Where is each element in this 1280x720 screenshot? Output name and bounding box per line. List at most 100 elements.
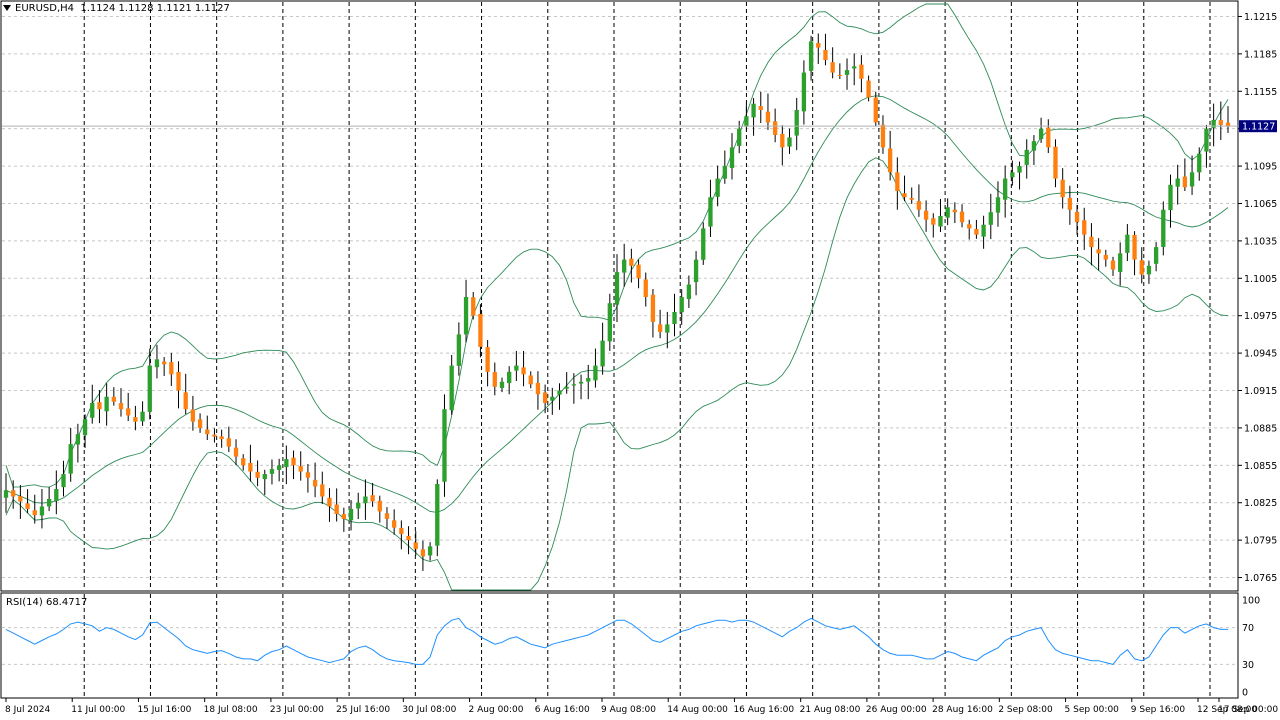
candle-bear[interactable] xyxy=(521,367,526,375)
candle-bear[interactable] xyxy=(32,510,37,516)
candle-bull[interactable] xyxy=(3,490,9,498)
candle-bear[interactable] xyxy=(1182,176,1188,188)
candle-bull[interactable] xyxy=(262,474,267,480)
candle-bull[interactable] xyxy=(140,411,145,422)
candle-bull[interactable] xyxy=(938,215,943,227)
candle-bear[interactable] xyxy=(392,520,397,528)
candle-bull[interactable] xyxy=(844,70,850,75)
candle-bear[interactable] xyxy=(902,193,907,198)
candle-bear[interactable] xyxy=(18,496,23,502)
candle-bull[interactable] xyxy=(586,378,591,382)
candle-bear[interactable] xyxy=(650,294,656,322)
candle-bull[interactable] xyxy=(715,178,720,197)
candle-bear[interactable] xyxy=(1046,127,1051,148)
candle-bear[interactable] xyxy=(377,500,382,512)
candle-bear[interactable] xyxy=(758,106,763,110)
candle-bull[interactable] xyxy=(147,365,152,412)
candle-bear[interactable] xyxy=(542,392,548,403)
candle-bear[interactable] xyxy=(370,495,375,502)
candle-bull[interactable] xyxy=(708,197,713,227)
candle-bull[interactable] xyxy=(61,474,66,488)
candle-bull[interactable] xyxy=(75,434,81,445)
candle-bull[interactable] xyxy=(1003,178,1008,200)
candle-bear[interactable] xyxy=(1074,211,1080,223)
candle-bear[interactable] xyxy=(643,279,648,297)
candle-bull[interactable] xyxy=(1024,149,1029,165)
candle-bear[interactable] xyxy=(830,62,835,73)
trading-chart[interactable]: 1.12151.11851.11551.11251.10951.10651.10… xyxy=(0,0,1280,720)
candle-bear[interactable] xyxy=(327,497,332,507)
candle-bear[interactable] xyxy=(118,403,124,410)
candle-bull[interactable] xyxy=(1010,172,1015,178)
candle-bull[interactable] xyxy=(1175,178,1180,187)
candle-bear[interactable] xyxy=(1103,254,1108,260)
candle-bear[interactable] xyxy=(931,218,936,225)
candle-bull[interactable] xyxy=(442,409,447,482)
candle-bear[interactable] xyxy=(471,297,476,316)
candle-bull[interactable] xyxy=(981,224,986,237)
candle-bull[interactable] xyxy=(693,259,699,283)
candle-bear[interactable] xyxy=(384,513,390,519)
candle-bear[interactable] xyxy=(312,479,318,487)
candle-bear[interactable] xyxy=(176,371,181,391)
candle-bull[interactable] xyxy=(68,444,73,474)
candle-bear[interactable] xyxy=(478,314,483,347)
candle-bear[interactable] xyxy=(1053,146,1058,179)
candle-bull[interactable] xyxy=(514,365,519,371)
candle-bull[interactable] xyxy=(1168,184,1173,211)
candle-bull[interactable] xyxy=(276,465,282,470)
candle-bull[interactable] xyxy=(1189,172,1195,187)
candle-bull[interactable] xyxy=(284,459,289,468)
candle-bull[interactable] xyxy=(1038,128,1044,140)
candle-bull[interactable] xyxy=(945,207,950,218)
candle-bull[interactable] xyxy=(665,324,670,333)
candle-bear[interactable] xyxy=(837,74,842,76)
candle-bear[interactable] xyxy=(25,503,30,509)
candle-bear[interactable] xyxy=(97,402,102,410)
candle-bull[interactable] xyxy=(729,147,735,168)
candle-bull[interactable] xyxy=(90,402,95,418)
candle-bull[interactable] xyxy=(82,419,88,436)
candle-bull[interactable] xyxy=(269,469,275,474)
candle-bear[interactable] xyxy=(485,347,490,372)
candle-bull[interactable] xyxy=(701,228,706,260)
candle-bull[interactable] xyxy=(1153,247,1159,264)
candle-bull[interactable] xyxy=(463,297,469,335)
candle-bear[interactable] xyxy=(241,458,246,466)
candle-bear[interactable] xyxy=(248,462,253,472)
candle-bull[interactable] xyxy=(722,166,727,179)
candle-bull[interactable] xyxy=(356,502,361,509)
candle-bear[interactable] xyxy=(1132,234,1137,260)
candle-bear[interactable] xyxy=(1089,236,1094,248)
candle-bear[interactable] xyxy=(528,375,533,385)
candle-bull[interactable] xyxy=(744,116,749,127)
candle-bull[interactable] xyxy=(1125,234,1130,253)
candle-bear[interactable] xyxy=(657,324,663,332)
candle-bear[interactable] xyxy=(399,527,404,534)
candle-bear[interactable] xyxy=(765,111,771,123)
candle-bull[interactable] xyxy=(550,396,555,401)
chart-title[interactable]: EURUSD,H4 1.1124 1.1128 1.1121 1.1127 xyxy=(3,3,230,14)
candle-bear[interactable] xyxy=(772,121,778,135)
candle-bull[interactable] xyxy=(1204,128,1209,152)
candle-bear[interactable] xyxy=(952,209,958,213)
candle-bear[interactable] xyxy=(226,438,231,447)
candle-bull[interactable] xyxy=(363,496,368,504)
candle-bear[interactable] xyxy=(1067,197,1073,210)
candle-bull[interactable] xyxy=(622,259,627,273)
candle-bull[interactable] xyxy=(39,506,45,516)
candle-bear[interactable] xyxy=(1060,179,1065,198)
candle-bull[interactable] xyxy=(104,396,109,412)
candle-bull[interactable] xyxy=(988,212,993,225)
candle-bear[interactable] xyxy=(823,49,828,61)
candle-bear[interactable] xyxy=(866,80,871,98)
candle-bear[interactable] xyxy=(816,43,821,48)
candle-bear[interactable] xyxy=(1218,120,1223,125)
candle-bull[interactable] xyxy=(1031,141,1037,151)
candle-bear[interactable] xyxy=(205,429,210,435)
candle-bear[interactable] xyxy=(967,224,972,229)
candle-bull[interactable] xyxy=(1161,209,1166,247)
candle-bear[interactable] xyxy=(233,447,239,457)
candle-bull[interactable] xyxy=(593,365,598,381)
candle-bear[interactable] xyxy=(161,361,167,365)
